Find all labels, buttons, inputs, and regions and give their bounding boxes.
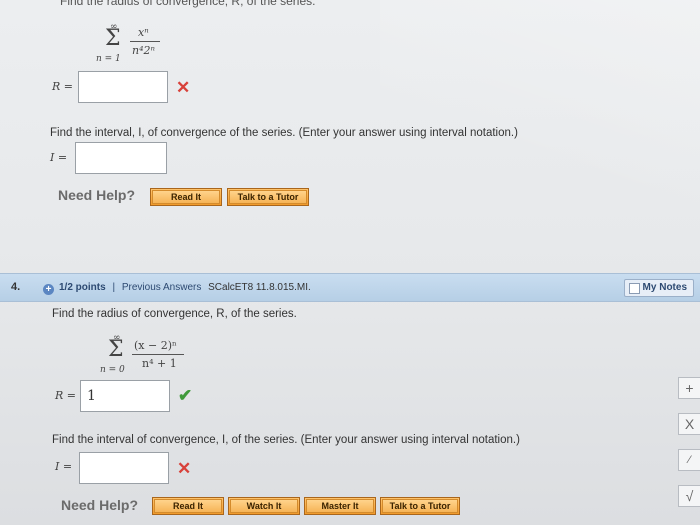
- separator: |: [112, 282, 116, 293]
- talk-to-tutor-button[interactable]: Talk to a Tutor: [380, 497, 460, 515]
- prev-question-title: Find the radius of convergence, R, of th…: [60, 0, 316, 8]
- question-meta: 1/2 points | Previous Answers SCalcET8 1…: [59, 282, 311, 293]
- correct-check-icon: ✔: [178, 386, 193, 405]
- fraction-numerator: (x − 2)ⁿ: [134, 339, 177, 352]
- incorrect-icon: ✕: [176, 78, 191, 97]
- need-help-label: Need Help?: [58, 187, 136, 203]
- radius-input[interactable]: 1: [80, 380, 170, 412]
- fraction-bar: [132, 354, 184, 355]
- interval-prompt: Find the interval, I, of convergence of …: [50, 127, 518, 139]
- fraction-numerator: xⁿ: [138, 26, 149, 39]
- sigma-lower-limit: n = 1: [96, 54, 121, 64]
- fraction-denominator: n⁴ + 1: [142, 357, 177, 370]
- question-prompt: Find the radius of convergence, R, of th…: [52, 308, 297, 320]
- my-notes-label: My Notes: [642, 282, 687, 293]
- fraction-bar: [130, 41, 160, 42]
- sigma-lower-limit: n = 0: [100, 365, 125, 375]
- question-number: 4.: [11, 281, 21, 293]
- expand-icon[interactable]: +: [43, 281, 54, 299]
- talk-to-tutor-button[interactable]: Talk to a Tutor: [227, 188, 309, 206]
- incorrect-icon: ✕: [177, 459, 192, 478]
- previous-answers-link[interactable]: Previous Answers: [122, 282, 201, 293]
- master-it-button[interactable]: Master It: [304, 497, 376, 515]
- math-palette-plus-button[interactable]: +: [678, 377, 700, 399]
- i-label: I =: [50, 151, 68, 164]
- webassign-page: Find the radius of convergence, R, of th…: [0, 0, 700, 525]
- fraction-denominator: n⁴2ⁿ: [132, 44, 155, 57]
- my-notes-button[interactable]: My Notes: [623, 279, 694, 297]
- prev-series-formula: ∞ Σ n = 1 xⁿ n⁴2ⁿ: [96, 22, 166, 64]
- i-label: I =: [55, 460, 73, 473]
- r-label: R =: [55, 389, 76, 402]
- radius-input[interactable]: [78, 71, 168, 103]
- note-icon: [628, 283, 640, 294]
- read-it-button[interactable]: Read It: [152, 497, 224, 515]
- sigma-symbol: Σ: [105, 26, 121, 51]
- r-label: R =: [52, 80, 73, 93]
- q4-series-formula: ∞ Σ n = 0 (x − 2)ⁿ n⁴ + 1: [98, 333, 198, 375]
- math-palette-sqrt-button[interactable]: √: [678, 485, 700, 507]
- question-code: SCalcET8 11.8.015.MI.: [208, 282, 311, 293]
- need-help-label: Need Help?: [61, 497, 139, 513]
- sigma-symbol: Σ: [108, 337, 124, 362]
- interval-input[interactable]: [75, 142, 167, 174]
- interval-prompt: Find the interval of convergence, I, of …: [52, 434, 520, 446]
- math-palette-close-button[interactable]: X: [678, 413, 700, 435]
- points-label: 1/2 points: [59, 282, 106, 293]
- watch-it-button[interactable]: Watch It: [228, 497, 300, 515]
- interval-input[interactable]: [79, 452, 169, 484]
- math-palette-fraction-button[interactable]: ⁄: [678, 449, 700, 471]
- read-it-button[interactable]: Read It: [150, 188, 222, 206]
